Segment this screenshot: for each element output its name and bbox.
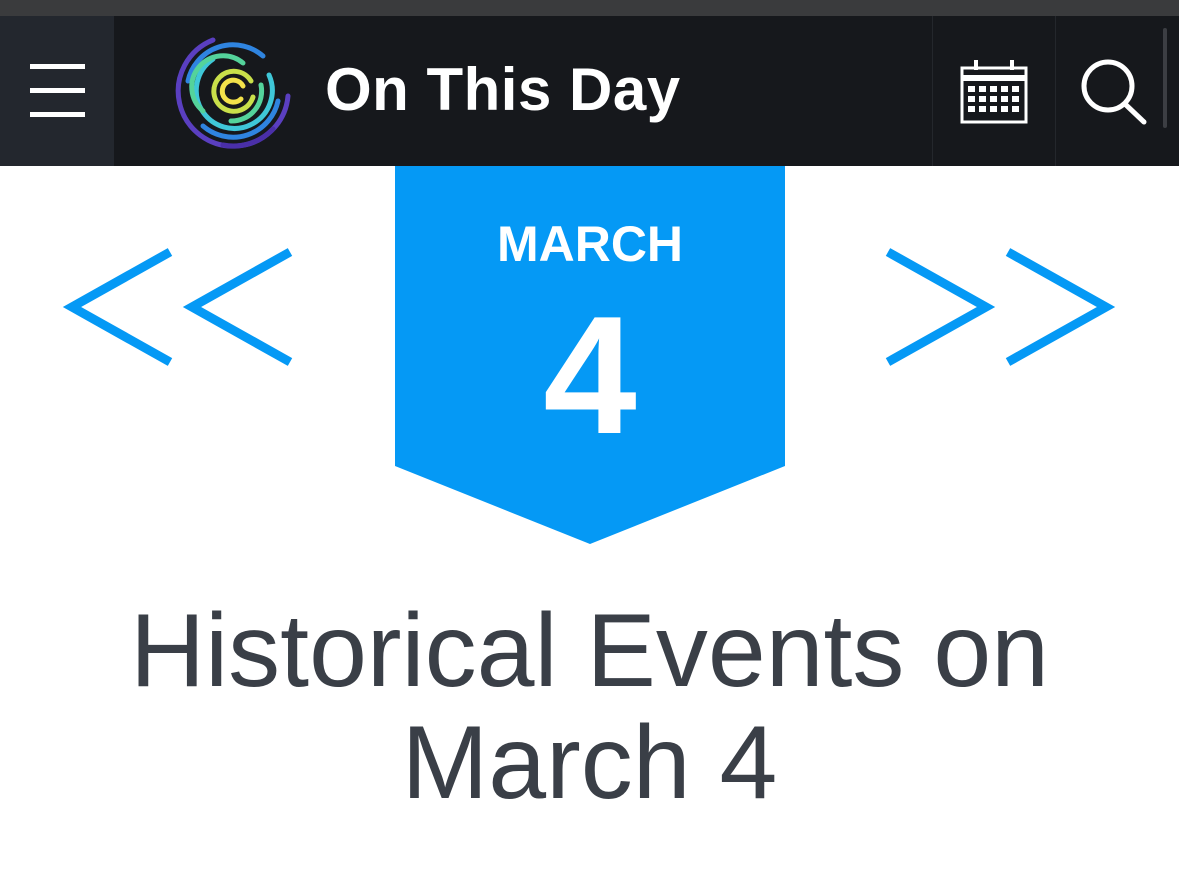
page-heading-line2: March 4: [401, 705, 778, 821]
site-title[interactable]: On This Day: [325, 54, 681, 126]
double-chevron-left-icon: [62, 248, 293, 366]
calendar-button[interactable]: [932, 16, 1056, 166]
badge-day: 4: [543, 281, 637, 469]
previous-day-link[interactable]: [60, 240, 300, 375]
search-icon: [1081, 59, 1147, 125]
next-day-link[interactable]: [880, 240, 1120, 375]
site-logo-icon[interactable]: [170, 30, 296, 152]
page-heading-line1: Historical Events on: [129, 593, 1050, 709]
calendar-icon: [960, 60, 1028, 124]
badge-month: MARCH: [496, 216, 684, 272]
site-header: On This Day: [0, 16, 1179, 166]
scrollbar[interactable]: [1163, 28, 1167, 128]
menu-button[interactable]: [0, 16, 114, 166]
top-strip: [0, 0, 1179, 16]
double-chevron-right-icon: [885, 248, 1116, 366]
search-button[interactable]: [1055, 16, 1179, 166]
page-heading: Historical Events on March 4: [0, 595, 1179, 819]
